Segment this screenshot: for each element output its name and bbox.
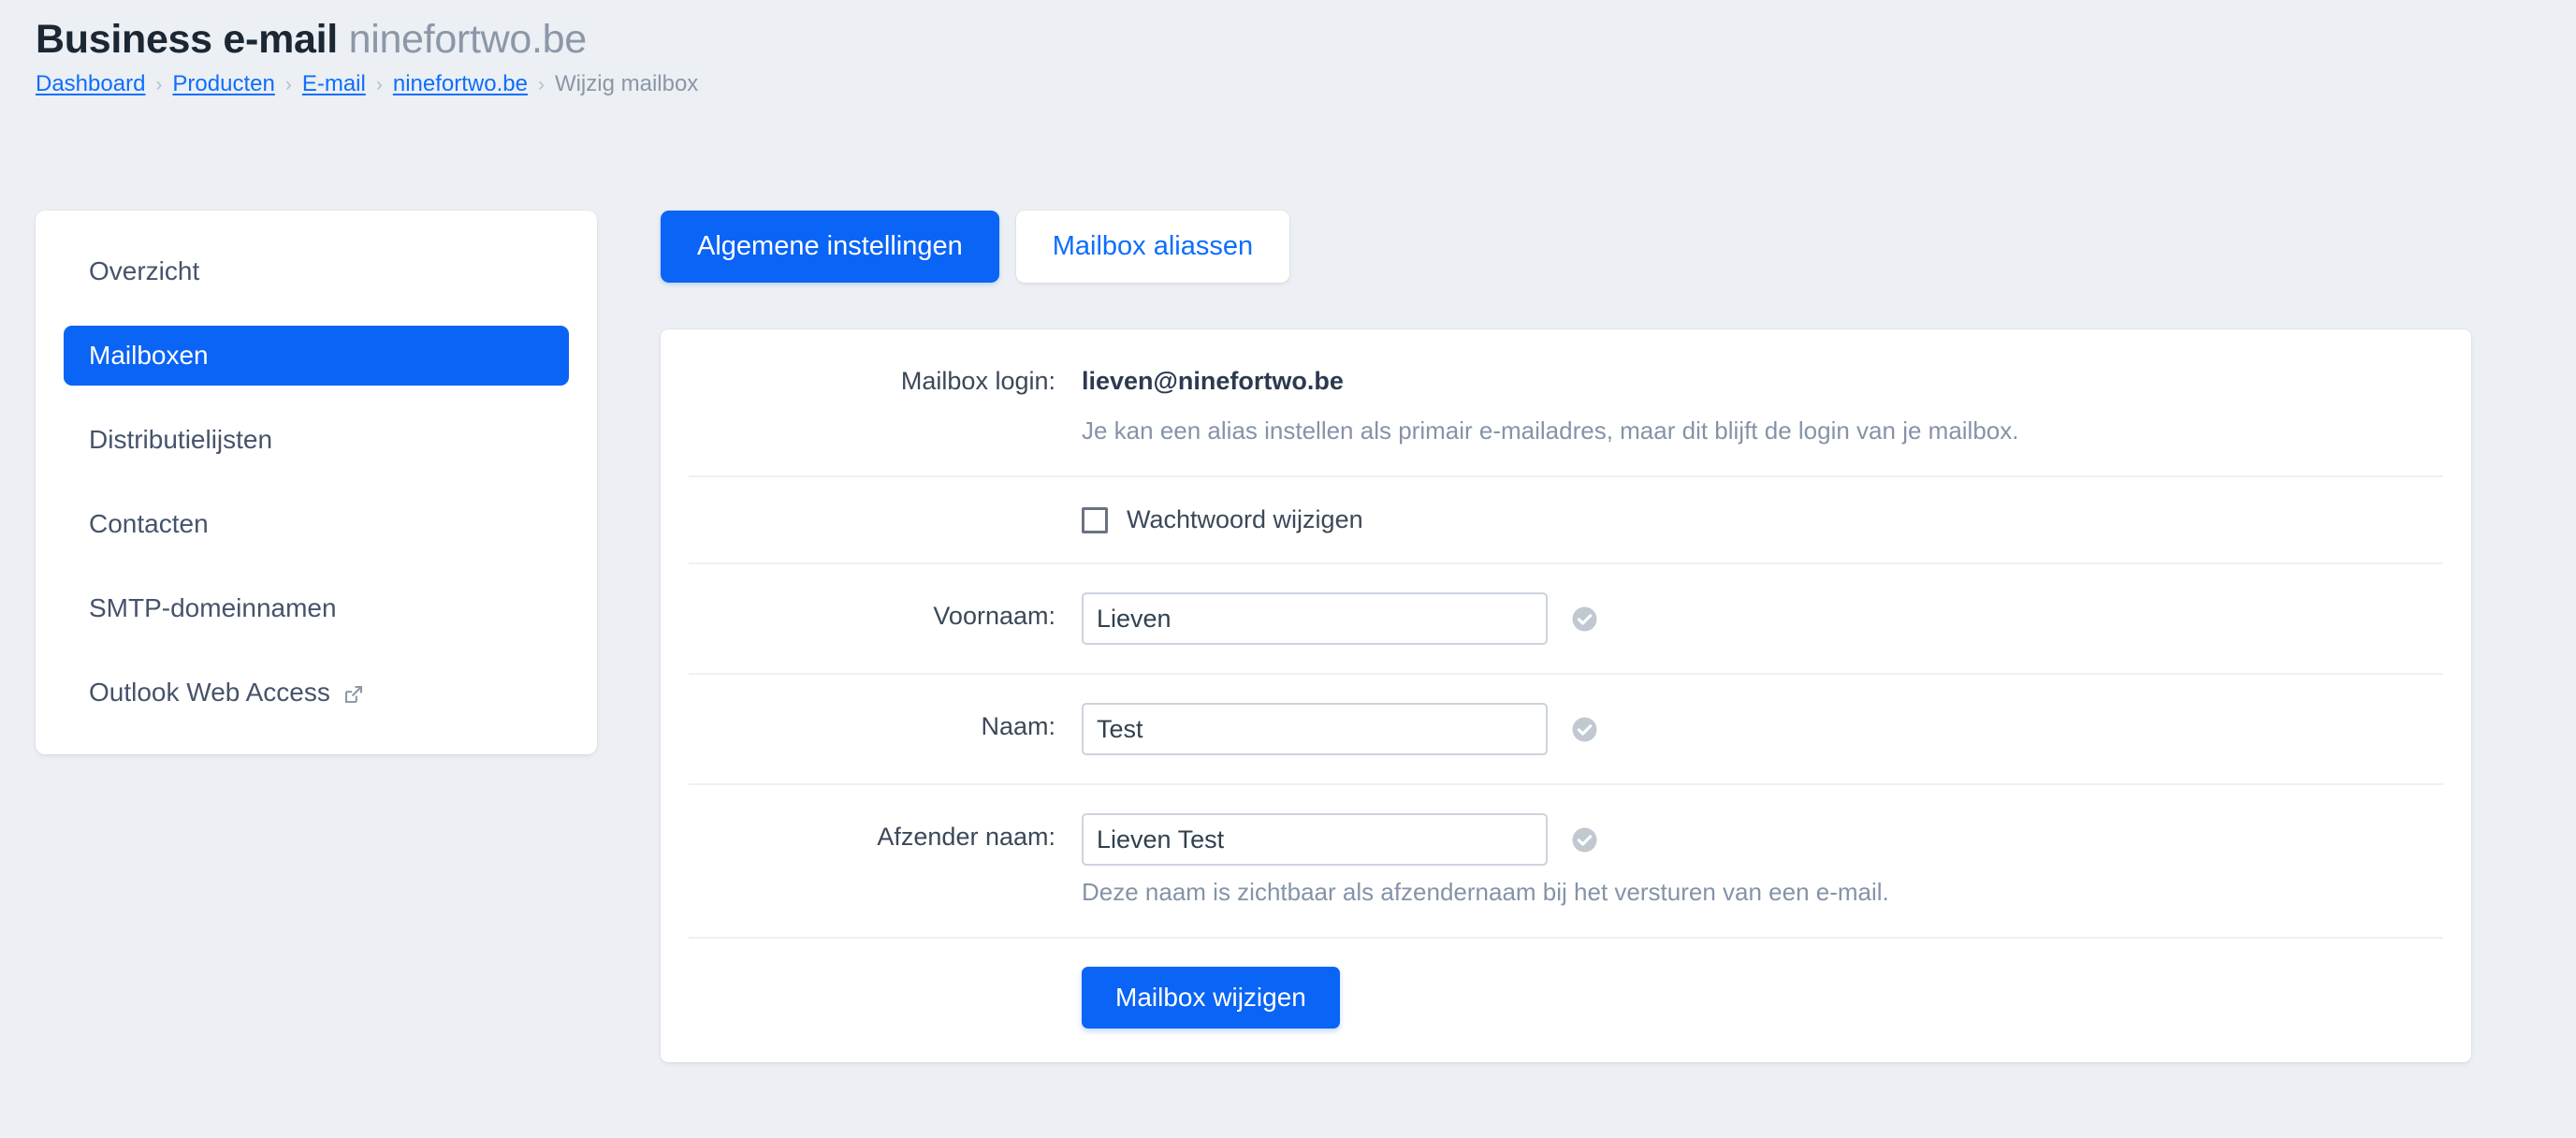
sidebar-nav: Overzicht Mailboxen Distributielijsten C… <box>36 211 597 754</box>
sidebar-item-label: Distributielijsten <box>89 425 273 454</box>
first-name-input-wrap <box>1082 592 2443 646</box>
tab-bar: Algemene instellingen Mailbox aliassen <box>661 211 2471 284</box>
breadcrumb-item-domain[interactable]: ninefortwo.be <box>393 71 528 98</box>
form-row-change-password: Wachtwoord wijzigen <box>689 475 2443 562</box>
check-circle-icon <box>1570 605 1599 634</box>
form-row-submit: Mailbox wijzigen <box>689 936 2443 1062</box>
mailbox-login-label: Mailbox login: <box>900 367 1055 396</box>
sender-name-field: Deze naam is zichtbaar als afzendernaam … <box>1082 813 2443 909</box>
breadcrumb-separator-icon: › <box>284 73 292 95</box>
main-panel: Algemene instellingen Mailbox aliassen M… <box>661 211 2471 1063</box>
sender-name-help: Deze naam is zichtbaar als afzendernaam … <box>1082 878 1889 907</box>
page-title-domain: ninefortwo.be <box>348 17 588 62</box>
sidebar-item-label: Overzicht <box>89 256 200 285</box>
form-row-first-name: Voornaam: <box>689 562 2443 673</box>
change-password-field: Wachtwoord wijzigen <box>1082 505 2443 534</box>
settings-card: Mailbox login: lieven@ninefortwo.be Je k… <box>661 329 2471 1063</box>
sidebar-item-distributielijsten[interactable]: Distributielijsten <box>64 410 569 470</box>
breadcrumb: Dashboard › Producten › E-mail › ninefor… <box>36 71 698 98</box>
breadcrumb-item-dashboard[interactable]: Dashboard <box>36 71 145 98</box>
change-password-checkbox[interactable] <box>1082 506 1108 533</box>
sidebar-item-overzicht[interactable]: Overzicht <box>64 241 569 301</box>
sidebar-item-contacten[interactable]: Contacten <box>64 494 569 554</box>
check-circle-icon <box>1570 825 1599 854</box>
last-name-field <box>1082 703 2443 756</box>
mailbox-login-value: lieven@ninefortwo.be <box>1082 367 1344 396</box>
sender-name-input-wrap <box>1082 813 2443 867</box>
form-row-mailbox-login: Mailbox login: lieven@ninefortwo.be Je k… <box>689 329 2443 475</box>
form-row-last-name: Naam: <box>689 673 2443 783</box>
breadcrumb-separator-icon: › <box>375 73 383 95</box>
mailbox-login-field: lieven@ninefortwo.be Je kan een alias in… <box>1082 357 2443 447</box>
sidebar-item-outlook-web-access[interactable]: Outlook Web Access <box>64 663 569 722</box>
sender-name-label: Afzender naam: <box>877 823 1055 852</box>
mailbox-login-help: Je kan een alias instellen als primair e… <box>1082 416 2019 445</box>
change-password-label: Wachtwoord wijzigen <box>1127 505 1363 534</box>
submit-spacer <box>689 967 1082 1029</box>
sidebar-item-label: Mailboxen <box>89 341 209 370</box>
breadcrumb-separator-icon: › <box>155 73 163 95</box>
save-mailbox-button[interactable]: Mailbox wijzigen <box>1082 966 1340 1029</box>
page-title: Business e-mail ninefortwo.be <box>36 17 698 62</box>
tab-mailbox-aliassen[interactable]: Mailbox aliassen <box>1015 211 1290 284</box>
first-name-field <box>1082 592 2443 646</box>
breadcrumb-item-current: Wijzig mailbox <box>554 71 699 97</box>
page-root: Business e-mail ninefortwo.be Dashboard … <box>0 0 2576 1138</box>
breadcrumb-item-email[interactable]: E-mail <box>302 71 366 98</box>
external-link-icon <box>343 684 364 705</box>
tab-algemene-instellingen[interactable]: Algemene instellingen <box>661 211 999 284</box>
change-password-checkbox-row[interactable]: Wachtwoord wijzigen <box>1082 505 2443 534</box>
form-row-sender-name: Afzender naam: Deze naam is zichtb <box>689 783 2443 937</box>
page-header: Business e-mail ninefortwo.be Dashboard … <box>36 17 698 98</box>
last-name-label: Naam: <box>981 712 1055 741</box>
sidebar-item-smtp-domeinnamen[interactable]: SMTP-domeinnamen <box>64 578 569 638</box>
sidebar-item-label: SMTP-domeinnamen <box>89 593 337 622</box>
last-name-input[interactable] <box>1082 703 1548 756</box>
sidebar-item-label: Outlook Web Access <box>89 678 330 707</box>
first-name-input[interactable] <box>1082 592 1548 646</box>
breadcrumb-separator-icon: › <box>537 73 545 95</box>
last-name-input-wrap <box>1082 703 2443 756</box>
check-circle-icon <box>1570 715 1599 744</box>
sender-name-input[interactable] <box>1082 813 1548 867</box>
sidebar-item-mailboxen[interactable]: Mailboxen <box>64 326 569 386</box>
breadcrumb-item-producten[interactable]: Producten <box>172 71 274 98</box>
first-name-label: Voornaam: <box>933 602 1055 631</box>
sidebar-item-label: Contacten <box>89 509 209 538</box>
page-title-strong: Business e-mail <box>36 17 338 62</box>
